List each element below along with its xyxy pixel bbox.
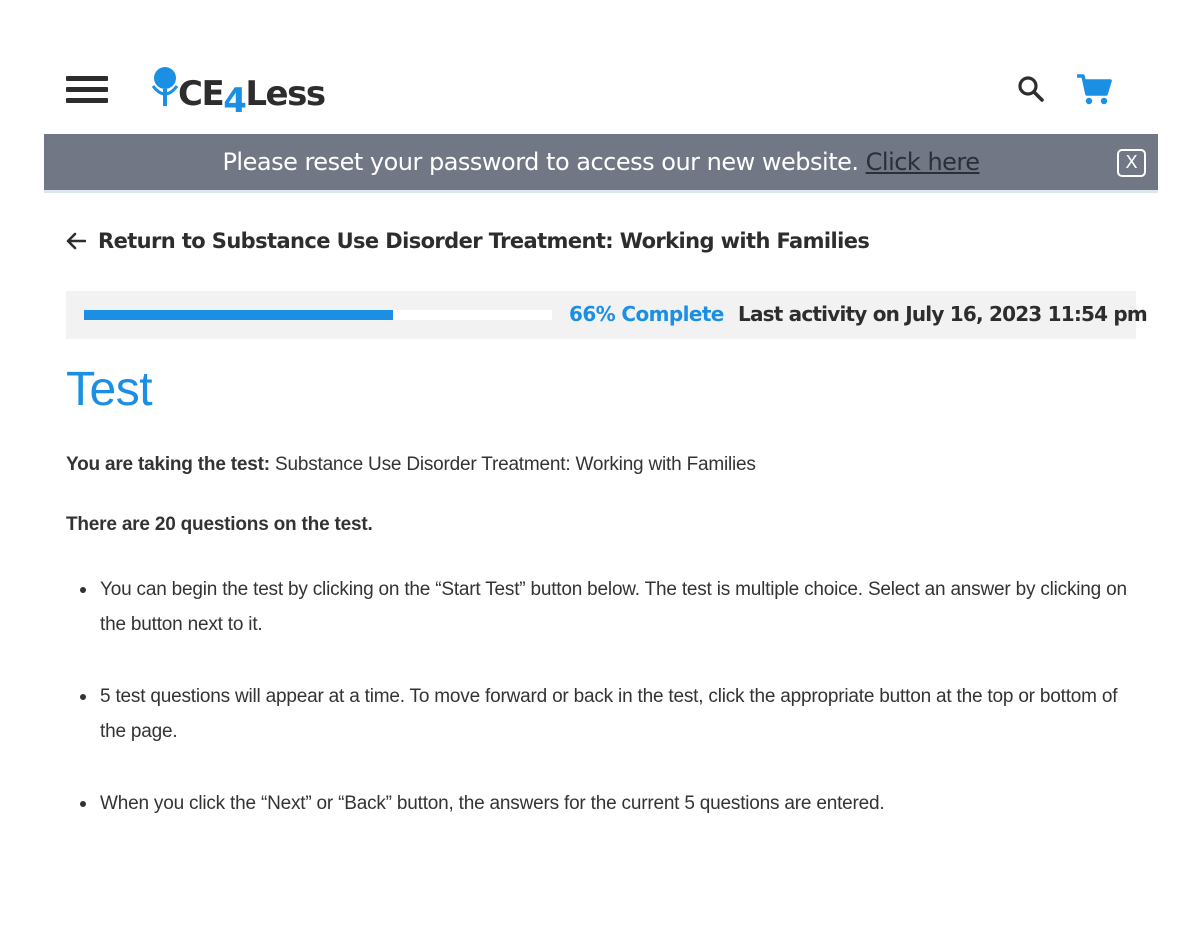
cart-icon[interactable]: [1074, 72, 1114, 108]
test-intro: You are taking the test: Substance Use D…: [66, 454, 756, 476]
progress-bar-fill: [84, 310, 393, 320]
intro-test-name: Substance Use Disorder Treatment: Workin…: [274, 454, 756, 475]
site-logo[interactable]: CE4Less: [150, 64, 340, 121]
banner-message: Please reset your password to access our…: [44, 148, 1158, 176]
banner-text: Please reset your password to access our…: [222, 148, 859, 176]
search-icon[interactable]: [1016, 74, 1048, 106]
course-progress-panel: 66% Complete Last activity on July 16, 2…: [66, 291, 1148, 339]
logo-wordmark: CE4Less: [178, 74, 326, 121]
list-item: You can begin the test by clicking on th…: [66, 572, 1140, 642]
question-count: There are 20 questions on the test.: [66, 514, 373, 535]
microphone-logo-icon: [151, 67, 179, 106]
hamburger-menu-icon[interactable]: [66, 74, 108, 106]
last-activity-label: Last activity on July 16, 2023 11:54 pm: [738, 302, 1148, 326]
progress-bar: [84, 310, 552, 320]
instructions-list: You can begin the test by clicking on th…: [66, 572, 1140, 858]
page-title: Test: [66, 363, 153, 416]
intro-label: You are taking the test:: [66, 454, 270, 475]
password-reset-banner: Please reset your password to access our…: [44, 134, 1158, 193]
site-header: CE4Less: [44, 60, 1158, 121]
arrow-left-icon: [66, 232, 86, 250]
list-item: 5 test questions will appear at a time. …: [66, 679, 1140, 749]
return-to-course-link[interactable]: Return to Substance Use Disorder Treatme…: [66, 226, 870, 256]
banner-close-button[interactable]: X: [1117, 149, 1146, 177]
progress-percent-label: 66% Complete: [569, 302, 724, 326]
return-link-label: Return to Substance Use Disorder Treatme…: [98, 229, 870, 253]
banner-click-here-link[interactable]: Click here: [866, 148, 980, 176]
list-item: When you click the “Next” or “Back” butt…: [66, 786, 1140, 821]
